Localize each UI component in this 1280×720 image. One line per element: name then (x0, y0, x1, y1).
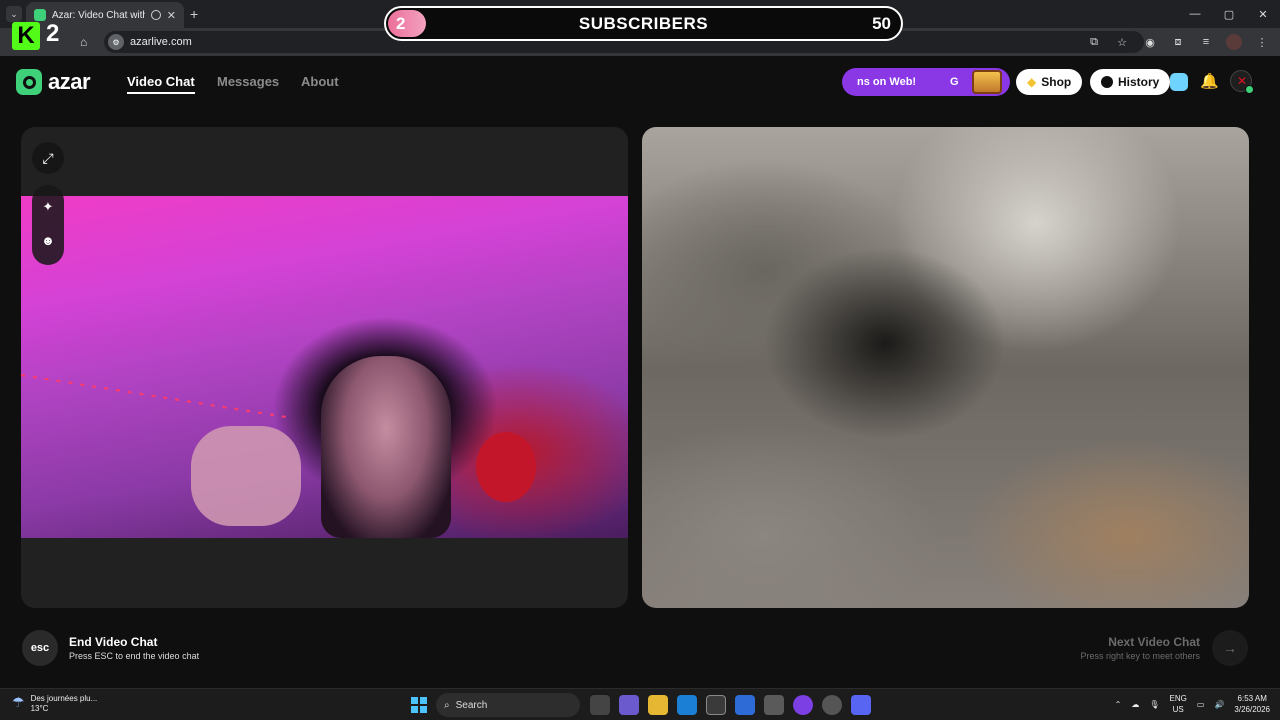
subscriber-label: SUBSCRIBERS (578, 14, 709, 33)
store-icon[interactable] (764, 695, 784, 715)
steam-icon[interactable] (822, 695, 842, 715)
weather-text: Des journées plu... (30, 694, 98, 703)
magic-wand-icon[interactable]: ✦ (32, 199, 64, 215)
shop-button[interactable]: ◆ Shop (1016, 69, 1083, 95)
tab-close-icon[interactable]: ✕ (167, 9, 176, 22)
volume-icon[interactable]: 🔊 (1214, 700, 1224, 709)
tab-title: Azar: Video Chat with New (52, 9, 145, 21)
site-info-icon[interactable]: ⚙ (108, 34, 124, 50)
gem-icon: ◆ (1027, 75, 1037, 89)
expand-button[interactable]: ⤢ (32, 142, 64, 174)
windows-taskbar: ☂ Des journées plu... 13°C ⌕ Search ⌃ ☁ … (0, 688, 1280, 720)
user-avatar[interactable]: ✕ (1230, 70, 1254, 94)
end-chat-hint: Press ESC to end the video chat (69, 651, 200, 661)
subscriber-goal-bar: 2 SUBSCRIBERS 50 (384, 6, 903, 41)
recording-icon (150, 10, 161, 20)
kick-follower-count: 2 (46, 20, 60, 47)
browser-toolbar-icons: ⧉ ☆ ◉ ⧈ ≡ ⋮ (1086, 34, 1270, 50)
app-icon[interactable] (619, 695, 639, 715)
clock-icon (1101, 76, 1113, 88)
azar-logo-icon (16, 69, 42, 95)
mail-icon[interactable] (735, 695, 755, 715)
home-icon[interactable]: ⌂ (80, 35, 87, 49)
windows-start-icon[interactable] (411, 697, 427, 713)
kick-logo-icon: K (12, 22, 40, 50)
subscriber-goal: 50 (872, 14, 891, 33)
install-app-icon[interactable]: ⧉ (1086, 34, 1102, 50)
promo-text: ns on Web! (857, 76, 917, 88)
window-controls: — ▢ ✕ (1178, 0, 1280, 28)
copilot-icon[interactable] (793, 695, 813, 715)
clock-date: 3/26/2026 (1234, 705, 1270, 714)
promo-banner[interactable]: ns on Web! G (842, 68, 1010, 96)
clock-time: 6:53 AM (1237, 694, 1267, 703)
close-window-button[interactable]: ✕ (1246, 0, 1280, 28)
language-indicator[interactable]: ENG US (1170, 693, 1187, 715)
end-chat-title: End Video Chat (69, 635, 158, 649)
bookmark-star-icon[interactable]: ☆ (1114, 34, 1130, 50)
edge-icon[interactable] (677, 695, 697, 715)
nav-messages[interactable]: Messages (217, 74, 279, 89)
hand-shape (191, 426, 301, 526)
profile-icon[interactable] (1226, 34, 1242, 50)
language-code: ENG (1169, 694, 1187, 703)
shop-label: Shop (1041, 75, 1072, 89)
nav-video-chat[interactable]: Video Chat (127, 74, 195, 94)
camera-tools: ✦ ☻ (32, 185, 64, 265)
puzzle-icon[interactable]: ⧈ (1170, 34, 1186, 50)
history-button[interactable]: History (1090, 69, 1171, 95)
tab-search-button[interactable]: ⌄ (6, 6, 22, 22)
azar-logo[interactable]: azar (16, 69, 91, 95)
spiderman-mask-shape (476, 432, 536, 502)
extension-icon[interactable]: ◉ (1142, 34, 1158, 50)
reading-list-icon[interactable]: ≡ (1198, 34, 1214, 50)
promo-letter: G (950, 76, 959, 88)
next-chat-hint: Press right key to meet others (1080, 651, 1200, 661)
azar-favicon-icon (34, 9, 46, 21)
discord-icon[interactable] (851, 695, 871, 715)
network-icon[interactable]: ▭ (1197, 700, 1205, 709)
search-icon: ⌕ (444, 699, 450, 711)
online-status-icon (1245, 85, 1254, 94)
partner-video-panel (642, 127, 1249, 608)
chrome-icon[interactable] (706, 695, 726, 715)
region-code: US (1172, 705, 1184, 714)
next-chat-button[interactable]: → (1212, 630, 1248, 666)
chat-icon[interactable] (1170, 73, 1188, 91)
tray-overflow-icon[interactable]: ⌃ (1115, 700, 1122, 709)
weather-temperature: 13°C (30, 704, 49, 713)
next-chat-title: Next Video Chat (1108, 635, 1200, 649)
expand-icon: ⤢ (42, 149, 54, 166)
pinned-apps (590, 695, 871, 715)
led-strip (21, 374, 288, 419)
history-label: History (1118, 75, 1160, 89)
new-tab-button[interactable]: + (190, 6, 198, 22)
weather-widget[interactable]: ☂ Des journées plu... 13°C (12, 694, 97, 714)
logo-text: azar (48, 69, 91, 94)
url-text: azarlive.com (130, 36, 192, 48)
system-tray: ⌃ ☁ 🎙 ENG US ▭ 🔊 6:53 AM 3/26/2026 (1115, 693, 1270, 715)
end-chat-button[interactable]: esc (22, 630, 58, 666)
file-explorer-icon[interactable] (648, 695, 668, 715)
bell-icon[interactable]: 🔔 (1200, 72, 1219, 90)
self-camera-feed (21, 196, 628, 538)
task-view-icon[interactable] (590, 695, 610, 715)
app-navbar: azar Video Chat Messages About ns on Web… (0, 56, 1280, 110)
onedrive-icon[interactable]: ☁ (1131, 700, 1139, 709)
search-label: Search (455, 699, 488, 711)
nav-about[interactable]: About (301, 74, 339, 89)
taskbar-search[interactable]: ⌕ Search (436, 693, 580, 717)
person-shape (321, 356, 451, 538)
minimize-button[interactable]: — (1178, 0, 1212, 28)
browser-menu-icon[interactable]: ⋮ (1254, 34, 1270, 50)
rain-umbrella-icon: ☂ (12, 694, 25, 710)
taskbar-clock[interactable]: 6:53 AM 3/26/2026 (1234, 693, 1270, 715)
microphone-icon[interactable]: 🎙 (1149, 700, 1159, 709)
self-video-panel: ⤢ ✦ ☻ (21, 127, 628, 608)
treasure-chest-icon (972, 70, 1002, 94)
maximize-button[interactable]: ▢ (1212, 0, 1246, 28)
face-filter-icon[interactable]: ☻ (32, 233, 64, 248)
